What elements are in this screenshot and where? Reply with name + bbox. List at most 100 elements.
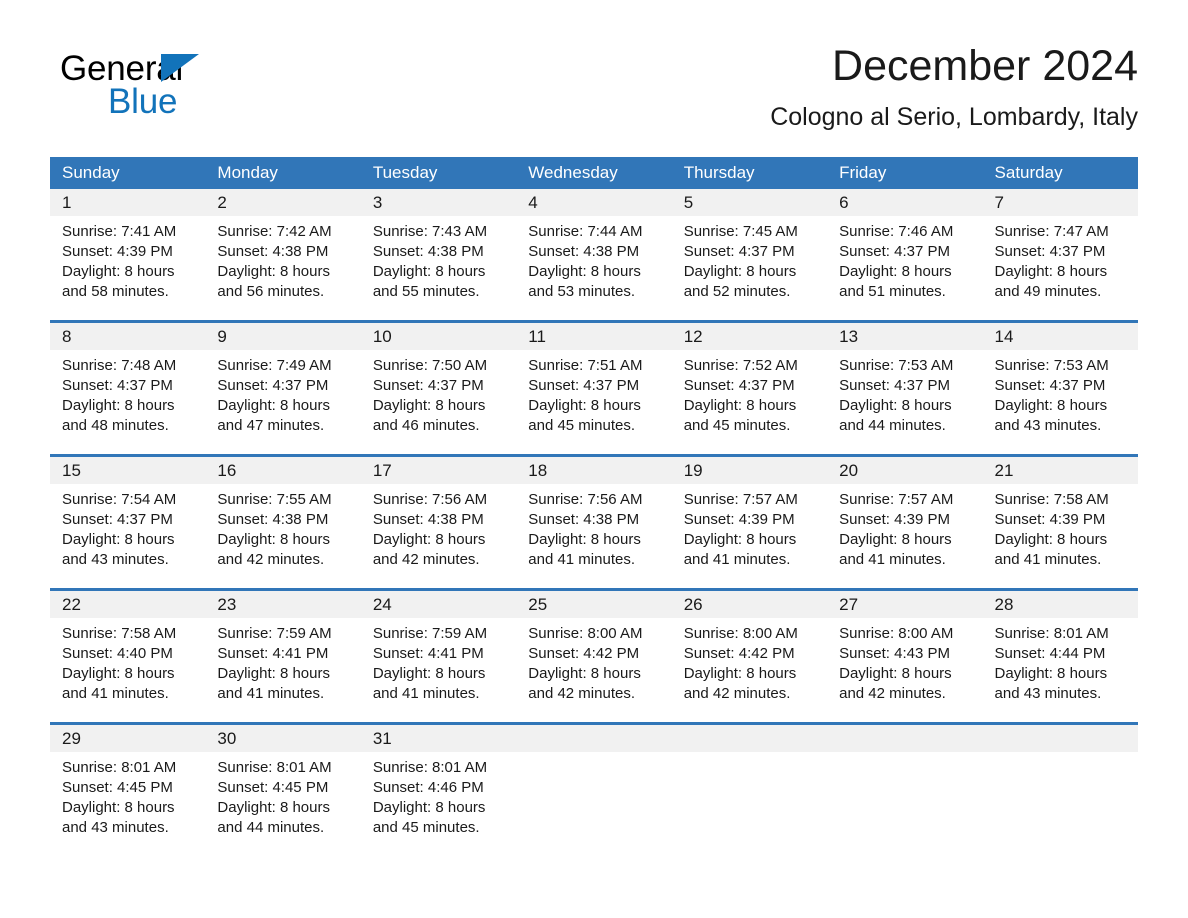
day-cell[interactable]: Sunrise: 7:59 AM Sunset: 4:41 PM Daylight:…: [205, 618, 360, 710]
day-daylight-text: and 42 minutes.: [217, 551, 325, 568]
day-daylight-text: and 41 minutes.: [217, 685, 325, 702]
day-cell[interactable]: Sunrise: 7:59 AM Sunset: 4:41 PM Daylight:…: [361, 618, 516, 710]
day-daylight-text: Daylight: 8 hours: [683, 263, 797, 280]
day-number[interactable]: 15: [50, 457, 205, 484]
day-cell[interactable]: Sunrise: 7:58 AM Sunset: 4:39 PM Daylight:…: [983, 484, 1138, 576]
day-sunrise-text: Sunrise: 8:01 AM: [217, 759, 332, 776]
day-number[interactable]: 6: [827, 189, 982, 216]
day-cell[interactable]: Sunrise: 7:58 AM Sunset: 4:40 PM Daylight:…: [50, 618, 205, 710]
day-number[interactable]: 3: [361, 189, 516, 216]
day-cell[interactable]: Sunrise: 7:47 AM Sunset: 4:37 PM Daylight:…: [983, 216, 1138, 308]
day-daylight-text: and 42 minutes.: [839, 685, 946, 702]
day-cell[interactable]: Sunrise: 7:55 AM Sunset: 4:38 PM Daylight:…: [205, 484, 360, 576]
day-number: [516, 725, 671, 752]
day-sunrise-text: Sunrise: 7:51 AM: [528, 357, 643, 374]
day-sunrise-text: Sunrise: 7:49 AM: [217, 357, 332, 374]
day-number[interactable]: 31: [361, 725, 516, 752]
day-cell[interactable]: Sunrise: 7:57 AM Sunset: 4:39 PM Daylight:…: [827, 484, 982, 576]
day-detail-row: Sunrise: 7:41 AM Sunset: 4:39 PM Daylight:…: [50, 216, 1138, 308]
day-number[interactable]: 10: [361, 323, 516, 350]
day-cell[interactable]: Sunrise: 7:57 AM Sunset: 4:39 PM Daylight:…: [672, 484, 827, 576]
day-number[interactable]: 1: [50, 189, 205, 216]
day-number[interactable]: 24: [361, 591, 516, 618]
day-number[interactable]: 16: [205, 457, 360, 484]
day-number[interactable]: 22: [50, 591, 205, 618]
day-cell[interactable]: Sunrise: 8:00 AM Sunset: 4:42 PM Daylight:…: [672, 618, 827, 710]
day-sunrise-text: Sunrise: 7:48 AM: [62, 357, 177, 374]
day-sunrise-text: Sunrise: 7:57 AM: [683, 491, 798, 508]
day-cell[interactable]: Sunrise: 7:51 AM Sunset: 4:37 PM Daylight:…: [516, 350, 671, 442]
day-sunset-text: Sunset: 4:39 PM: [994, 511, 1106, 528]
day-cell[interactable]: Sunrise: 7:52 AM Sunset: 4:37 PM Daylight:…: [672, 350, 827, 442]
day-daylight-text: and 41 minutes.: [994, 551, 1102, 568]
day-number[interactable]: 2: [205, 189, 360, 216]
day-sunrise-text: Sunrise: 8:01 AM: [62, 759, 177, 776]
day-number[interactable]: 23: [205, 591, 360, 618]
day-cell[interactable]: Sunrise: 8:01 AM Sunset: 4:45 PM Daylight:…: [50, 752, 205, 844]
weekday-header-sunday: Sunday: [62, 163, 120, 182]
day-cell[interactable]: Sunrise: 8:01 AM Sunset: 4:45 PM Daylight:…: [205, 752, 360, 844]
day-cell[interactable]: Sunrise: 7:44 AM Sunset: 4:38 PM Daylight:…: [516, 216, 671, 308]
day-number[interactable]: 21: [983, 457, 1138, 484]
day-cell[interactable]: Sunrise: 7:53 AM Sunset: 4:37 PM Daylight:…: [983, 350, 1138, 442]
day-sunrise-text: Sunrise: 7:53 AM: [839, 357, 954, 374]
day-number[interactable]: 12: [672, 323, 827, 350]
day-number[interactable]: 7: [983, 189, 1138, 216]
day-daylight-text: Daylight: 8 hours: [528, 665, 641, 682]
day-cell[interactable]: Sunrise: 7:56 AM Sunset: 4:38 PM Daylight:…: [516, 484, 671, 576]
day-daylight-text: Daylight: 8 hours: [372, 665, 486, 682]
day-number[interactable]: 4: [516, 189, 671, 216]
day-daylight-text: Daylight: 8 hours: [683, 665, 797, 682]
day-cell[interactable]: Sunrise: 7:43 AM Sunset: 4:38 PM Daylight:…: [361, 216, 516, 308]
day-number-row: 15 16 17 18 19 20 21: [50, 457, 1138, 484]
day-number[interactable]: 26: [672, 591, 827, 618]
day-cell[interactable]: Sunrise: 7:45 AM Sunset: 4:37 PM Daylight:…: [672, 216, 827, 308]
day-cell[interactable]: Sunrise: 7:53 AM Sunset: 4:37 PM Daylight:…: [827, 350, 982, 442]
weekday-header-wednesday: Wednesday: [528, 163, 618, 182]
day-daylight-text: Daylight: 8 hours: [62, 263, 175, 280]
day-cell[interactable]: Sunrise: 7:46 AM Sunset: 4:37 PM Daylight:…: [827, 216, 982, 308]
day-number[interactable]: 18: [516, 457, 671, 484]
day-sunrise-text: Sunrise: 7:58 AM: [994, 491, 1109, 508]
day-number[interactable]: 27: [827, 591, 982, 618]
day-cell[interactable]: Sunrise: 7:41 AM Sunset: 4:39 PM Daylight:…: [50, 216, 205, 308]
day-sunset-text: Sunset: 4:37 PM: [839, 243, 951, 260]
day-daylight-text: Daylight: 8 hours: [839, 665, 952, 682]
day-number[interactable]: 28: [983, 591, 1138, 618]
day-cell[interactable]: Sunrise: 7:54 AM Sunset: 4:37 PM Daylight:…: [50, 484, 205, 576]
day-number[interactable]: 17: [361, 457, 516, 484]
day-daylight-text: and 44 minutes.: [839, 417, 946, 434]
day-sunrise-text: Sunrise: 7:54 AM: [62, 491, 177, 508]
day-cell[interactable]: Sunrise: 8:00 AM Sunset: 4:43 PM Daylight:…: [827, 618, 982, 710]
day-number[interactable]: 9: [205, 323, 360, 350]
day-cell[interactable]: Sunrise: 7:56 AM Sunset: 4:38 PM Daylight:…: [361, 484, 516, 576]
day-cell[interactable]: Sunrise: 7:49 AM Sunset: 4:37 PM Daylight:…: [205, 350, 360, 442]
day-daylight-text: and 43 minutes.: [62, 819, 169, 836]
day-cell[interactable]: Sunrise: 7:42 AM Sunset: 4:38 PM Daylight:…: [205, 216, 360, 308]
day-number[interactable]: 13: [827, 323, 982, 350]
day-sunrise-text: Sunrise: 7:52 AM: [683, 357, 798, 374]
day-daylight-text: and 42 minutes.: [683, 685, 791, 702]
day-number[interactable]: 19: [672, 457, 827, 484]
day-sunrise-text: Sunrise: 7:47 AM: [994, 223, 1109, 240]
day-number[interactable]: 20: [827, 457, 982, 484]
day-number[interactable]: 8: [50, 323, 205, 350]
day-number[interactable]: 11: [516, 323, 671, 350]
day-cell[interactable]: Sunrise: 8:00 AM Sunset: 4:42 PM Daylight:…: [516, 618, 671, 710]
day-number[interactable]: 5: [672, 189, 827, 216]
day-daylight-text: and 43 minutes.: [994, 685, 1102, 702]
brand-logo[interactable]: General Blue: [60, 50, 360, 140]
day-number[interactable]: 29: [50, 725, 205, 752]
day-number[interactable]: 30: [205, 725, 360, 752]
day-daylight-text: Daylight: 8 hours: [839, 397, 952, 414]
day-daylight-text: and 41 minutes.: [62, 685, 169, 702]
day-cell[interactable]: Sunrise: 8:01 AM Sunset: 4:46 PM Daylight:…: [361, 752, 516, 844]
day-number[interactable]: 25: [516, 591, 671, 618]
day-number[interactable]: 14: [983, 323, 1138, 350]
day-cell[interactable]: Sunrise: 7:50 AM Sunset: 4:37 PM Daylight:…: [361, 350, 516, 442]
day-cell[interactable]: Sunrise: 7:48 AM Sunset: 4:37 PM Daylight:…: [50, 350, 205, 442]
day-sunset-text: Sunset: 4:42 PM: [683, 645, 795, 662]
day-cell[interactable]: Sunrise: 8:01 AM Sunset: 4:44 PM Daylight:…: [983, 618, 1138, 710]
day-sunset-text: Sunset: 4:38 PM: [528, 511, 640, 528]
day-sunrise-text: Sunrise: 7:57 AM: [839, 491, 954, 508]
